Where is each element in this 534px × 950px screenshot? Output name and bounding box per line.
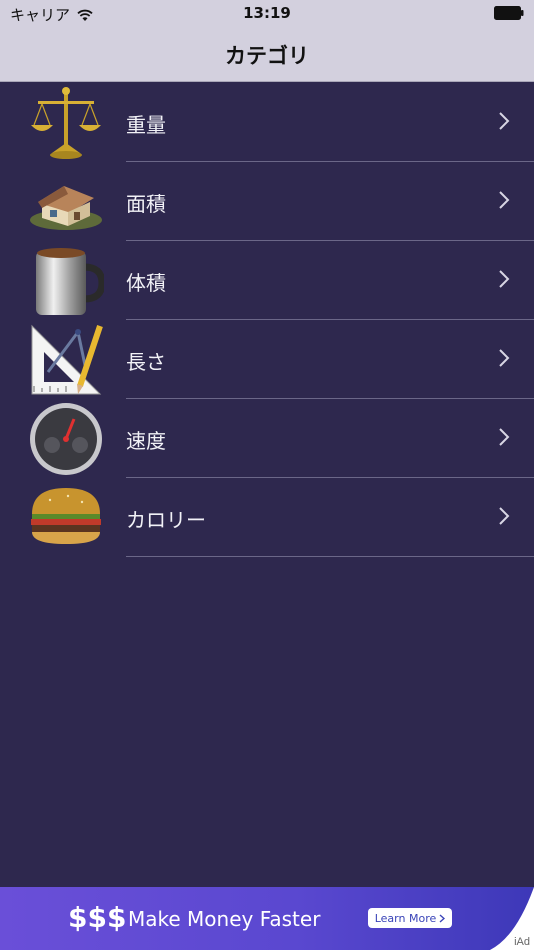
battery-icon <box>494 6 524 20</box>
category-label: カロリー <box>126 508 206 532</box>
category-row-volume[interactable]: 体積 <box>0 241 534 320</box>
ad-dollar-signs: $$$ <box>68 901 127 934</box>
navigation-bar: カテゴリ <box>0 28 534 82</box>
category-row-area[interactable]: 面積 <box>0 162 534 241</box>
learn-more-label: Learn More <box>374 911 437 925</box>
page-title: カテゴリ <box>225 43 309 68</box>
ad-banner[interactable]: $$$ Make Money Faster Learn More iAd <box>0 887 534 950</box>
category-label: 面積 <box>126 192 166 216</box>
chevron-right-icon <box>499 191 510 209</box>
category-label: 体積 <box>126 271 166 295</box>
category-row-weight[interactable]: 重量 <box>0 83 534 162</box>
category-label: 速度 <box>126 429 166 453</box>
chevron-right-icon <box>499 112 510 130</box>
house-icon <box>30 186 102 230</box>
chevron-right-icon <box>499 270 510 288</box>
iad-label: iAd <box>514 936 530 948</box>
status-bar: キャリア 13:19 <box>0 0 534 28</box>
category-row-speed[interactable]: 速度 <box>0 399 534 478</box>
chevron-right-icon <box>499 507 510 525</box>
compass-ruler-icon <box>31 324 103 395</box>
row-separator <box>126 556 534 557</box>
speedometer-icon <box>30 403 102 475</box>
ad-headline: Make Money Faster <box>128 907 321 931</box>
learn-more-button[interactable]: Learn More <box>368 908 452 928</box>
category-label: 重量 <box>126 113 166 137</box>
category-row-calories[interactable]: カロリー <box>0 478 534 557</box>
chevron-right-icon <box>439 913 446 923</box>
mug-icon <box>36 248 104 315</box>
chevron-right-icon <box>499 428 510 446</box>
scale-icon <box>31 87 101 159</box>
chevron-right-icon <box>499 349 510 367</box>
burger-icon <box>31 488 101 544</box>
category-list: 重量 面積 体積 長さ 速度 カロリー <box>0 83 534 557</box>
status-time: 13:19 <box>243 4 291 22</box>
category-label: 長さ <box>126 350 166 374</box>
category-row-length[interactable]: 長さ <box>0 320 534 399</box>
